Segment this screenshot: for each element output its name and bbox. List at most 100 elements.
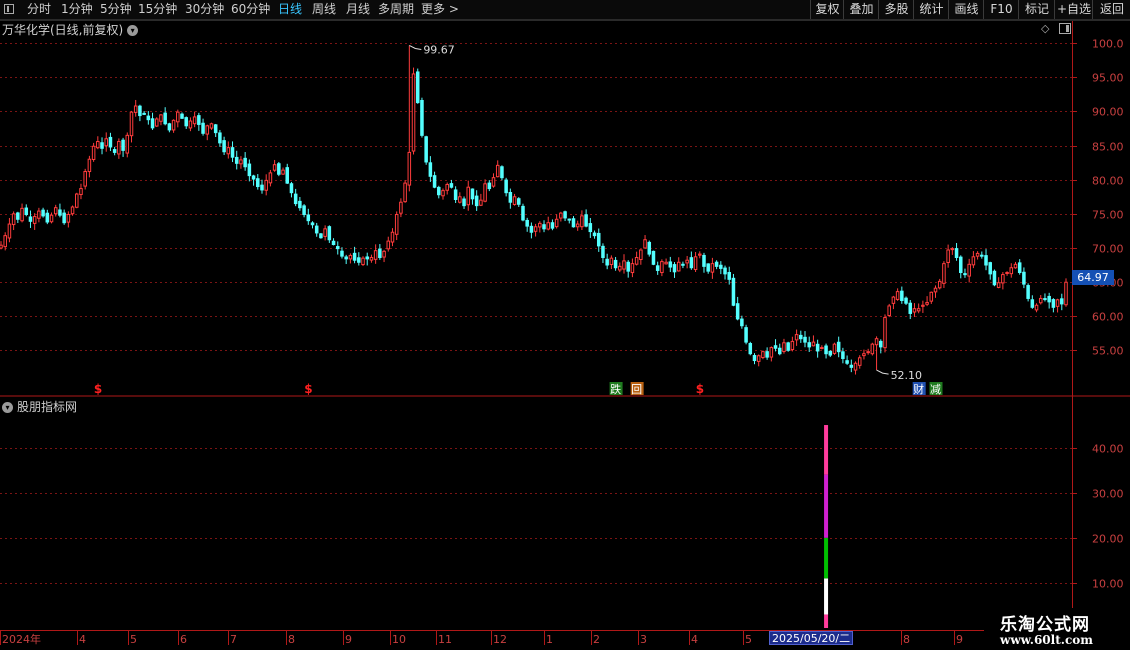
diamond-icon[interactable]: ◇ <box>1041 22 1049 35</box>
stock-title: 万华化学(日线,前复权) ▾ <box>2 21 139 38</box>
candle-body <box>285 167 290 184</box>
candle-body <box>664 261 668 265</box>
x-tick-label: 7 <box>230 633 237 646</box>
candle-body <box>698 253 702 256</box>
low-point-label: 52.10 <box>891 369 923 382</box>
indicator-title-text: 股朋指标网 <box>17 400 78 414</box>
candle-body <box>32 216 37 224</box>
candle-body <box>647 241 652 255</box>
indicator-bar-segment <box>824 537 829 579</box>
candle-body <box>298 200 302 209</box>
candle-body <box>988 262 992 275</box>
window-toggle-icon[interactable] <box>1059 23 1071 34</box>
candle-body <box>723 267 727 275</box>
candle-body <box>138 105 142 117</box>
candle-body <box>959 256 963 274</box>
candle-body <box>643 239 647 249</box>
candle-body <box>605 258 609 266</box>
candle-body <box>264 179 268 191</box>
candle-body <box>344 256 348 260</box>
candle-body <box>260 184 264 191</box>
candle-body <box>1022 271 1026 285</box>
candle-body <box>588 223 593 233</box>
candle-body <box>479 199 483 206</box>
candle-body <box>676 261 681 272</box>
high-point-label: 99.67 <box>423 43 455 56</box>
x-tick-label: 8 <box>288 633 295 646</box>
candle-body <box>542 224 546 230</box>
x-tick-label: 11 <box>438 633 452 646</box>
candle-body <box>879 340 883 348</box>
candle-body <box>596 232 601 247</box>
candle-body <box>731 277 736 306</box>
candle-body <box>651 250 656 265</box>
candle-body <box>773 345 778 349</box>
candle-body <box>904 297 908 304</box>
kline-chart[interactable]: 100.095.0090.0085.0080.0075.0070.0065.00… <box>0 0 1130 650</box>
candle-body <box>921 304 925 307</box>
candle-body <box>335 246 340 250</box>
candle-body <box>75 193 79 208</box>
candle-body <box>213 124 218 134</box>
candle-body <box>146 115 151 121</box>
candle-body <box>390 231 395 243</box>
candle-body <box>201 122 205 134</box>
candle-body <box>546 222 550 230</box>
candle-body <box>529 225 534 233</box>
candle-body <box>1009 267 1014 275</box>
candle-body <box>399 201 403 214</box>
candle-body <box>634 256 639 265</box>
chevron-down-icon[interactable]: ▾ <box>127 25 139 36</box>
candle-body <box>714 261 719 267</box>
candle-body <box>394 214 399 235</box>
y-tick-label: 75.00 <box>1092 209 1124 222</box>
candle-body <box>744 327 748 343</box>
watermark-title: 乐淘公式网 <box>1000 615 1090 635</box>
candle-body <box>601 245 605 258</box>
candle-body <box>209 123 214 129</box>
candle-body <box>20 207 24 222</box>
candle-body <box>117 140 121 155</box>
x-tick-label: 2 <box>593 633 600 646</box>
candle-body <box>992 270 997 286</box>
candle-body <box>125 134 130 154</box>
candle-body <box>277 163 281 175</box>
candle-body <box>559 212 563 219</box>
x-tick-label: 4 <box>79 633 86 646</box>
x-tick-label: 4 <box>691 633 698 646</box>
x-tick-label: 12 <box>493 633 507 646</box>
candle-body <box>832 343 837 354</box>
high-point-leader <box>409 45 422 50</box>
candle-body <box>563 211 567 219</box>
candle-body <box>1060 298 1064 305</box>
event-marker-label: 回 <box>631 383 642 396</box>
candle-body <box>508 191 513 203</box>
candle-body <box>504 179 508 194</box>
candle-body <box>373 250 378 260</box>
chevron-down-icon[interactable]: ▾ <box>2 402 13 413</box>
candle-body <box>980 254 984 257</box>
candle-body <box>104 138 109 147</box>
candle-body <box>626 261 630 272</box>
candle-body <box>1017 262 1022 274</box>
candle-body <box>525 219 529 227</box>
candle-body <box>752 355 757 362</box>
candle-body <box>437 186 441 196</box>
candle-body <box>302 205 306 216</box>
candle-body <box>462 198 466 207</box>
candle-body <box>500 166 504 179</box>
candle-body <box>234 156 239 164</box>
candle-body <box>171 119 176 131</box>
candle-body <box>1038 297 1043 304</box>
candle-body <box>167 123 172 131</box>
candle-body <box>740 318 744 327</box>
candle-body <box>512 196 517 205</box>
x-tick-label: 9 <box>345 633 352 646</box>
candle-body <box>933 287 938 293</box>
x-tick-label: 9 <box>956 633 963 646</box>
candle-body <box>449 183 454 188</box>
candle-body <box>16 212 20 220</box>
stock-title-text: 万华化学(日线,前复权) <box>2 23 124 37</box>
candle-body <box>517 198 521 205</box>
candle-body <box>908 302 913 314</box>
